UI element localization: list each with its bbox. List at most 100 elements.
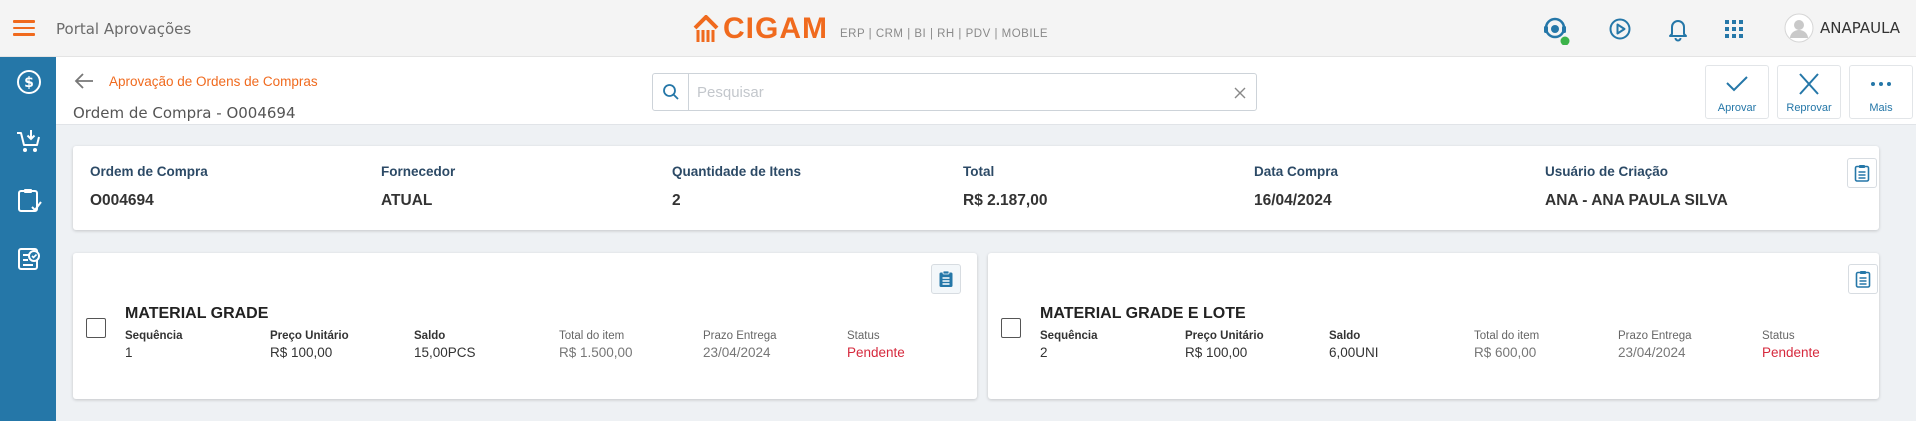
summary-label: Quantidade de Itens: [672, 164, 802, 179]
summary-label: Fornecedor: [381, 164, 456, 179]
sidebar: $: [0, 57, 56, 421]
field-value: 1: [125, 345, 133, 360]
reject-label: Reprovar: [1786, 102, 1832, 114]
item-field-balance: Saldo 6,00UNI: [1329, 330, 1379, 360]
summary-label: Usuário de Criação: [1545, 164, 1669, 179]
summary-label: Data Compra: [1254, 164, 1339, 179]
clipboard-list-icon: [1855, 271, 1871, 288]
logo-subtitle: ERP | CRM | BI | RH | PDV | MOBILE: [840, 28, 1049, 40]
summary-value: 16/04/2024: [1254, 192, 1332, 209]
item-field-delivery-date: Prazo Entrega 23/04/2024: [1618, 330, 1692, 360]
field-label: Preço Unitário: [1185, 330, 1264, 342]
order-summary-card: Ordem de Compra O004694 Fornecedor ATUAL…: [73, 146, 1879, 230]
item-card: MATERIAL GRADE E LOTE Sequência 2 Preço …: [988, 253, 1879, 399]
bell-icon[interactable]: [1664, 15, 1692, 43]
field-label: Prazo Entrega: [1618, 330, 1692, 342]
item-field-unit-price: Preço Unitário R$ 100,00: [270, 330, 349, 360]
item-field-sequence: Sequência 1: [125, 330, 183, 360]
search-icon[interactable]: [653, 74, 689, 110]
clear-icon[interactable]: [1234, 86, 1246, 99]
item-field-delivery-date: Prazo Entrega 23/04/2024: [703, 330, 777, 360]
logo-mark-icon: [693, 15, 719, 42]
item-details-button[interactable]: [1848, 264, 1878, 294]
field-label: Prazo Entrega: [703, 330, 777, 342]
item-field-unit-price: Preço Unitário R$ 100,00: [1185, 330, 1264, 360]
field-value: 15,00PCS: [414, 345, 476, 360]
clipboard-icon[interactable]: [16, 187, 42, 213]
field-label: Saldo: [1329, 330, 1361, 342]
menu-icon[interactable]: [13, 20, 35, 36]
summary-total: Total R$ 2.187,00: [963, 164, 1047, 210]
reject-button[interactable]: Reprovar: [1777, 65, 1841, 119]
user-menu[interactable]: ANAPAULA: [1784, 13, 1900, 43]
close-icon: [1799, 73, 1819, 95]
summary-value: ANA - ANA PAULA SILVA: [1545, 192, 1728, 209]
item-details-button[interactable]: [931, 264, 961, 294]
search-input[interactable]: [697, 82, 1217, 102]
user-avatar-icon: [1784, 13, 1814, 43]
item-field-total: Total do item R$ 1.500,00: [559, 330, 633, 360]
approval-icon[interactable]: [16, 246, 42, 272]
item-field-sequence: Sequência 2: [1040, 330, 1098, 360]
summary-created-by: Usuário de Criação ANA - ANA PAULA SILVA: [1545, 164, 1728, 210]
item-title: MATERIAL GRADE: [125, 305, 269, 322]
item-field-total: Total do item R$ 600,00: [1474, 330, 1539, 360]
check-icon: [1726, 76, 1748, 92]
field-label: Sequência: [125, 330, 183, 342]
finance-icon[interactable]: $: [16, 69, 42, 95]
item-title: MATERIAL GRADE E LOTE: [1040, 305, 1246, 322]
support-icon[interactable]: [1541, 15, 1570, 46]
summary-date: Data Compra 16/04/2024: [1254, 164, 1338, 210]
logo-text: CIGAM: [723, 12, 828, 45]
apps-grid-icon[interactable]: [1720, 15, 1748, 43]
field-value: 2: [1040, 345, 1048, 360]
field-label: Total do item: [1474, 330, 1540, 342]
top-bar: Portal Aprovações CIGAM ERP | CRM | BI |…: [0, 0, 1916, 57]
field-value: 23/04/2024: [1618, 345, 1686, 360]
approve-label: Aprovar: [1717, 102, 1757, 114]
item-field-status: Status Pendente: [847, 330, 905, 360]
app-title: Portal Aprovações: [56, 20, 192, 38]
approve-button[interactable]: Aprovar: [1705, 65, 1769, 119]
field-value: R$ 600,00: [1474, 345, 1537, 360]
more-dots-icon: [1871, 82, 1891, 86]
item-checkbox[interactable]: [86, 318, 106, 338]
cart-icon[interactable]: [16, 128, 42, 154]
user-name: ANAPAULA: [1820, 19, 1901, 37]
field-value: R$ 1.500,00: [559, 345, 633, 360]
clipboard-list-icon: [1854, 165, 1870, 182]
more-label: Mais: [1869, 102, 1893, 114]
item-card: MATERIAL GRADE Sequência 1 Preço Unitári…: [73, 253, 977, 399]
back-arrow-icon[interactable]: [73, 72, 95, 90]
field-value: 6,00UNI: [1329, 345, 1379, 360]
page-title: Ordem de Compra - O004694: [73, 104, 296, 122]
summary-value: R$ 2.187,00: [963, 192, 1048, 209]
field-value: R$ 100,00: [270, 345, 333, 360]
summary-order: Ordem de Compra O004694: [90, 164, 208, 210]
status-value: Pendente: [847, 345, 905, 360]
field-label: Preço Unitário: [270, 330, 349, 342]
item-checkbox[interactable]: [1001, 318, 1021, 338]
search-box: [652, 73, 1257, 111]
field-value: R$ 100,00: [1185, 345, 1248, 360]
field-label: Status: [1762, 330, 1795, 342]
more-button[interactable]: Mais: [1849, 65, 1913, 119]
summary-label: Ordem de Compra: [90, 164, 208, 179]
field-label: Status: [847, 330, 880, 342]
summary-item-count: Quantidade de Itens 2: [672, 164, 801, 210]
field-label: Sequência: [1040, 330, 1098, 342]
play-icon[interactable]: [1606, 15, 1634, 43]
summary-supplier: Fornecedor ATUAL: [381, 164, 455, 210]
breadcrumb[interactable]: Aprovação de Ordens de Compras: [109, 74, 318, 89]
page-header: Aprovação de Ordens de Compras Ordem de …: [56, 57, 1916, 125]
field-label: Total do item: [559, 330, 625, 342]
item-field-status: Status Pendente: [1762, 330, 1820, 360]
clipboard-list-icon: [939, 270, 953, 287]
summary-details-button[interactable]: [1847, 158, 1877, 188]
svg-text:$: $: [24, 75, 34, 91]
summary-value: ATUAL: [381, 192, 433, 209]
field-label: Saldo: [414, 330, 446, 342]
cigam-logo: CIGAM ERP | CRM | BI | RH | PDV | MOBILE: [693, 12, 1049, 45]
summary-value: 2: [672, 192, 681, 209]
item-field-balance: Saldo 15,00PCS: [414, 330, 476, 360]
